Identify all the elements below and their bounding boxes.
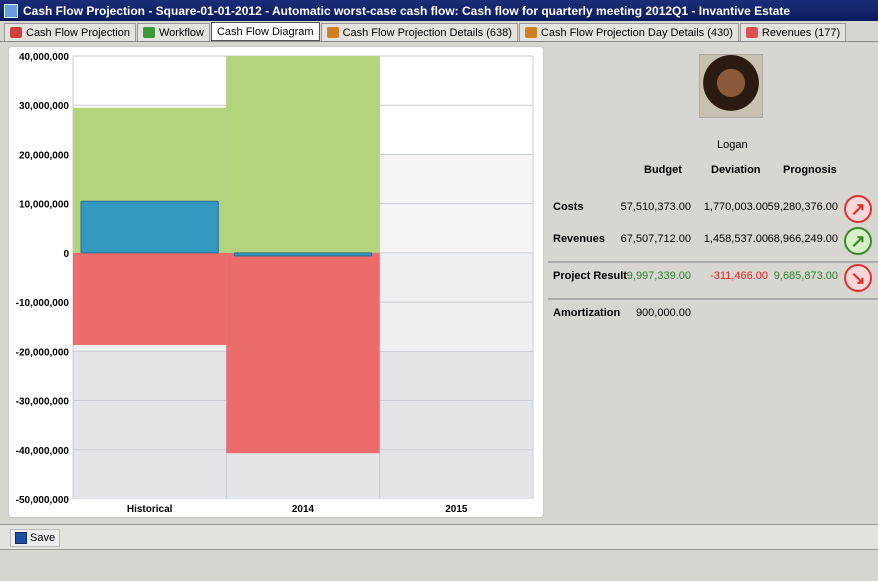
- prognosis-value: 68,966,249.00: [767, 233, 838, 245]
- tab-label: Cash Flow Projection: [26, 26, 130, 39]
- bottom-toolbar: Save: [0, 524, 878, 550]
- x-tick-label: 2014: [292, 504, 315, 515]
- refresh-icon: [142, 27, 155, 38]
- title-bar: Cash Flow Projection - Square-01-01-2012…: [0, 0, 878, 21]
- y-tick-label: 40,000,000: [19, 52, 69, 63]
- y-tick-label: 20,000,000: [19, 150, 69, 161]
- y-tick-label: -30,000,000: [16, 397, 70, 408]
- tab-label: Revenues (177): [761, 26, 841, 39]
- budget-value: 9,997,339.00: [626, 270, 691, 282]
- app-icon: [4, 3, 18, 18]
- summary-panel: Logan Budget Deviation Prognosis Costs 57…: [548, 46, 878, 521]
- prognosis-value: 9,685,873.00: [773, 270, 838, 282]
- trend-up-icon: ↗: [844, 195, 872, 223]
- tab-cash-flow-projection-day-details-430[interactable]: Cash Flow Projection Day Details (430): [518, 23, 739, 41]
- grid-band: [73, 449, 533, 499]
- tab-bar: Cash Flow Projection Workflow Cash Flow Di…: [0, 22, 878, 42]
- bar-historical: [73, 252, 227, 345]
- tab-cash-flow-projection[interactable]: Cash Flow Projection: [4, 23, 136, 41]
- bar-2014: [233, 252, 373, 257]
- deviation-value: -311,466.00: [710, 270, 768, 282]
- divider: [548, 298, 878, 300]
- tab-workflow[interactable]: Workflow: [136, 23, 210, 41]
- trend-down-icon: ↘: [844, 264, 872, 292]
- bar-2014: [226, 252, 380, 454]
- header-prognosis: Prognosis: [783, 164, 837, 176]
- tab-revenues-177[interactable]: Revenues (177): [739, 23, 847, 41]
- revenue-icon: [745, 27, 758, 38]
- x-tick-label: Historical: [127, 504, 173, 515]
- header-deviation: Deviation: [711, 164, 761, 176]
- row-label: Costs: [553, 201, 584, 213]
- tab-label: Cash Flow Projection Day Details (430): [540, 26, 733, 39]
- y-tick-label: 10,000,000: [19, 200, 69, 211]
- deviation-value: 1,458,537.00: [703, 233, 768, 245]
- budget-value: 67,507,712.00: [620, 233, 691, 245]
- y-tick-label: -50,000,000: [16, 495, 70, 506]
- y-tick-label: 30,000,000: [19, 101, 69, 112]
- prognosis-value: 59,280,376.00: [767, 201, 838, 213]
- y-tick-label: -20,000,000: [16, 347, 70, 358]
- save-button[interactable]: Save: [10, 529, 61, 547]
- budget-value: 900,000.00: [635, 307, 691, 319]
- header-budget: Budget: [644, 164, 682, 176]
- y-tick-label: -10,000,000: [16, 298, 70, 309]
- cash-flow-diagram-panel: 40,000,000 30,000,000 20,000,000 10,000,000…: [8, 46, 544, 518]
- budget-value: 57,510,373.00: [620, 201, 691, 213]
- cash-flow-chart: 40,000,000 30,000,000 20,000,000 10,000,000…: [16, 52, 534, 515]
- window-title: Cash Flow Projection - Square-01-01-2012…: [23, 3, 791, 18]
- y-tick-label: 0: [63, 249, 69, 260]
- chart-icon: [10, 27, 22, 38]
- x-tick-label: 2015: [445, 504, 468, 515]
- bar-2014: [226, 56, 380, 253]
- bar-historical: [80, 200, 219, 254]
- tab-cash-flow-diagram[interactable]: Cash Flow Diagram: [210, 22, 320, 41]
- floppy-disk-icon: [15, 532, 27, 544]
- tab-label: Workflow: [158, 26, 204, 39]
- avatar: [699, 54, 763, 118]
- deviation-value: 1,770,003.00: [703, 201, 768, 213]
- y-tick-label: -40,000,000: [16, 446, 70, 457]
- details-icon: [326, 27, 339, 38]
- save-label: Save: [30, 532, 56, 544]
- user-name: Logan: [717, 139, 748, 151]
- tab-label: Cash Flow Projection Details (638): [342, 26, 512, 39]
- tab-label: Cash Flow Diagram: [216, 25, 314, 38]
- divider: [548, 261, 878, 263]
- trend-up-icon: ↗: [844, 227, 872, 255]
- tab-cash-flow-projection-details-638[interactable]: Cash Flow Projection Details (638): [320, 23, 518, 41]
- row-label: Revenues: [553, 233, 605, 245]
- details-icon: [524, 27, 537, 38]
